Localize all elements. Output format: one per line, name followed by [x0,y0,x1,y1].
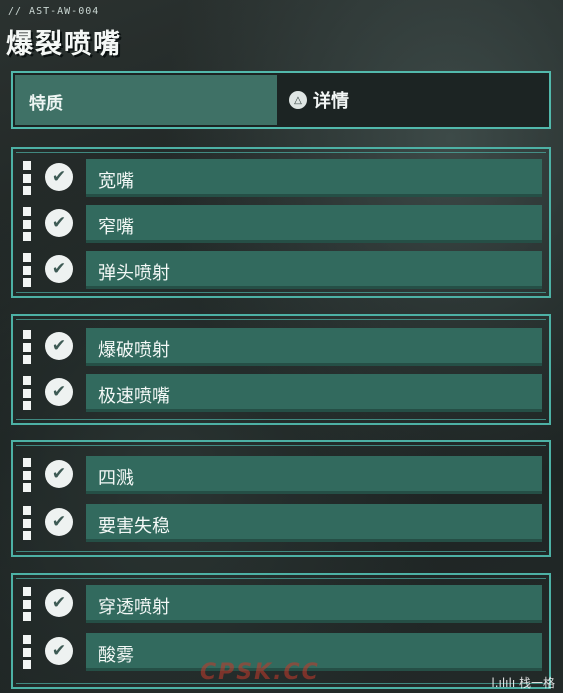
trait-bar[interactable]: 爆破喷射 [86,328,542,366]
trait-label: 弹头喷射 [98,263,170,284]
corner-watermark: l.ılılı 栈一格 [491,676,555,690]
tab-traits-label: 特质 [29,94,63,114]
trait-label: 四溅 [98,468,134,489]
triangle-icon: △ [289,91,307,109]
trait-row[interactable]: ✔ 爆破喷射 [23,328,543,366]
slot-indicator [23,506,31,540]
trait-bar[interactable]: 窄嘴 [86,205,542,243]
check-icon: ✔ [45,255,73,283]
trait-group-2: ✔ 爆破喷射 ✔ 极速喷嘴 [11,314,551,425]
trait-label: 极速喷嘴 [98,386,170,407]
slot-indicator [23,587,31,621]
trait-label: 窄嘴 [98,217,134,238]
trait-row[interactable]: ✔ 要害失稳 [23,504,543,542]
slot-indicator [23,458,31,492]
check-icon: ✔ [45,460,73,488]
slot-indicator [23,207,31,241]
page-title: 爆裂喷嘴 [6,29,122,60]
trait-row[interactable]: ✔ 窄嘴 [23,205,543,243]
trait-row[interactable]: ✔ 弹头喷射 [23,251,543,289]
trait-bar[interactable]: 弹头喷射 [86,251,542,289]
check-icon: ✔ [45,378,73,406]
check-icon: ✔ [45,637,73,665]
tab-details-label: 详情 [313,91,349,112]
tab-details[interactable]: △ 详情 [289,87,349,113]
check-icon: ✔ [45,589,73,617]
check-icon: ✔ [45,209,73,237]
trait-label: 要害失稳 [98,516,170,537]
tab-bar: 特质 △ 详情 [11,71,551,129]
tab-traits[interactable]: 特质 [15,75,277,125]
trait-label: 爆破喷射 [98,340,170,361]
trait-label: 宽嘴 [98,171,134,192]
trait-row[interactable]: ✔ 极速喷嘴 [23,374,543,412]
trait-bar[interactable]: 穿透喷射 [86,585,542,623]
trait-bar[interactable]: 宽嘴 [86,159,542,197]
watermark: CPSK.CC [200,660,320,685]
check-icon: ✔ [45,163,73,191]
trait-bar[interactable]: 要害失稳 [86,504,542,542]
slot-indicator [23,253,31,287]
check-icon: ✔ [45,332,73,360]
slot-indicator [23,635,31,669]
check-icon: ✔ [45,508,73,536]
slot-indicator [23,161,31,195]
trait-group-3: ✔ 四溅 ✔ 要害失稳 [11,440,551,557]
trait-row[interactable]: ✔ 穿透喷射 [23,585,543,623]
trait-bar[interactable]: 四溅 [86,456,542,494]
trait-group-1: ✔ 宽嘴 ✔ 窄嘴 ✔ 弹头喷射 [11,147,551,298]
trait-bar[interactable]: 极速喷嘴 [86,374,542,412]
slot-indicator [23,330,31,364]
trait-label: 穿透喷射 [98,597,170,618]
trait-row[interactable]: ✔ 宽嘴 [23,159,543,197]
item-code: // AST-AW-004 [8,6,100,17]
trait-label: 酸雾 [98,645,134,666]
slot-indicator [23,376,31,410]
trait-row[interactable]: ✔ 四溅 [23,456,543,494]
